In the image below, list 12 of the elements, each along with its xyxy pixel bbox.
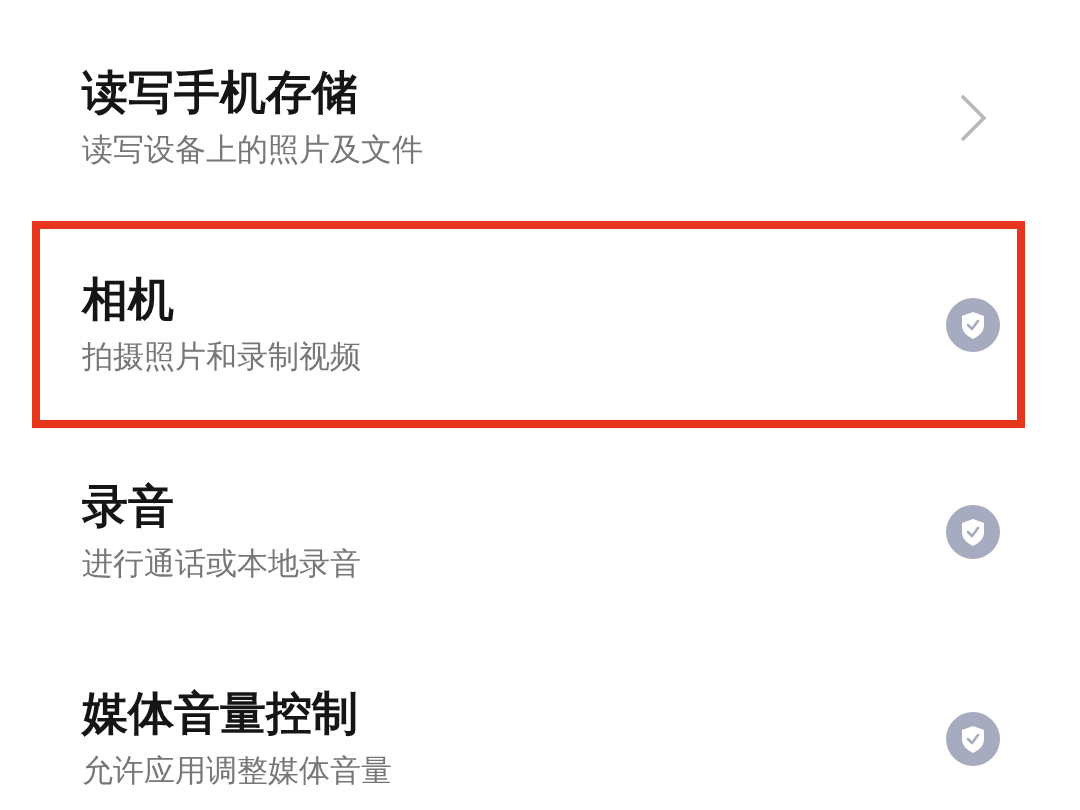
- permission-description: 进行通话或本地录音: [82, 545, 361, 583]
- permission-title[interactable]: 相机: [82, 273, 361, 327]
- shield-check-icon[interactable]: [946, 297, 1000, 352]
- permission-description: 允许应用调整媒体音量: [82, 752, 392, 790]
- permission-title[interactable]: 媒体音量控制: [82, 687, 392, 741]
- shield-check-icon[interactable]: [946, 504, 1000, 559]
- permission-title[interactable]: 读写手机存储: [82, 66, 423, 120]
- shield-check-icon[interactable]: [946, 711, 1000, 766]
- chevron-icon[interactable]: [958, 92, 988, 143]
- permission-description: 读写设备上的照片及文件: [82, 131, 423, 169]
- permission-description: 拍摄照片和录制视频: [82, 338, 361, 376]
- permission-title[interactable]: 录音: [82, 480, 361, 534]
